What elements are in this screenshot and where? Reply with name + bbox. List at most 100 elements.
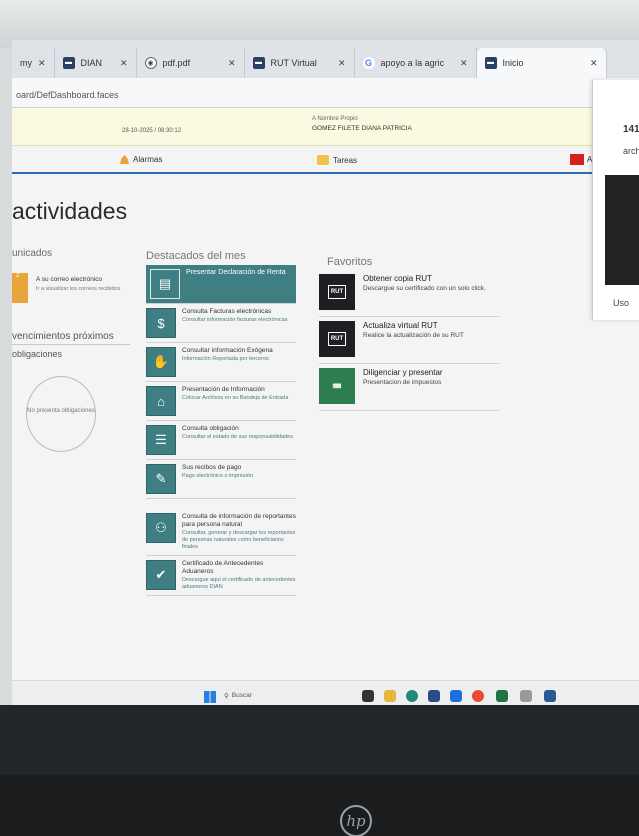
item-subtitle: Presentacion de impuestos (363, 379, 442, 386)
store-icon[interactable] (428, 690, 440, 702)
app-icon[interactable] (450, 690, 462, 702)
tasks-icon (317, 155, 329, 165)
search-label: Buscar (231, 692, 252, 699)
close-icon[interactable]: ✕ (338, 58, 346, 69)
tab-dian[interactable]: ▬ DIAN ✕ (55, 48, 137, 78)
tab-label: DIAN (80, 58, 103, 68)
list-icon: ☰ (146, 425, 176, 455)
tab-label: my (20, 58, 32, 68)
item-title: Actualiza virtual RUT (363, 321, 438, 330)
close-icon[interactable]: ✕ (590, 58, 598, 69)
list-item[interactable]: ✔ Certificado de Antecedentes Aduaneros … (146, 556, 296, 596)
edge-icon[interactable] (406, 690, 418, 702)
item-title: Consulta de información de reportantes p… (182, 513, 296, 528)
destacados-list: ▤ Presentar Declaración de Renta $ Consu… (146, 265, 296, 596)
tab-1[interactable]: my ✕ (12, 48, 55, 78)
nombre-propio-label: A Nombre Propio (312, 116, 358, 122)
page-title: actividades (12, 198, 128, 224)
item-subtitle: Realice la actualización de su RUT (363, 332, 464, 339)
session-datetime: 28-10-2025 / 08:30:12 (122, 128, 182, 134)
close-icon[interactable]: ✕ (228, 58, 236, 69)
obligaciones-heading: obligaciones (12, 349, 63, 359)
destacados-heading: Destacados del mes (146, 250, 246, 262)
list-item[interactable]: ⌂ Presentación de Información Colocar Ar… (146, 382, 296, 421)
receipt-icon: ✎ (146, 464, 176, 494)
item-title: Sus recibos de pago (182, 464, 242, 471)
list-item[interactable]: ▤ Presentar Declaración de Renta (146, 265, 296, 304)
certificate-icon: ✔ (146, 560, 176, 590)
taskview-icon[interactable] (362, 690, 374, 702)
item-title: Consulta obligación (182, 425, 239, 432)
item-title: Presentar Declaración de Renta (186, 269, 286, 276)
tab-google[interactable]: G apoyo a la agric ✕ (355, 48, 477, 78)
tareas-link[interactable]: Tareas (317, 155, 357, 165)
list-item[interactable]: ⚇ Consulta de información de reportantes… (146, 509, 296, 556)
panel-preview (605, 175, 639, 285)
word-icon[interactable] (544, 690, 556, 702)
list-item[interactable]: ⌨ Diligenciar y presentar Presentacion d… (319, 364, 499, 411)
list-item[interactable]: ☰ Consulta obligación Consultar el estad… (146, 421, 296, 460)
panel-number: 141 (623, 124, 639, 135)
tab-label: apoyo a la agric (380, 58, 445, 68)
monitor-screen: my ✕ ▬ DIAN ✕ ◉ pdf.pdf ✕ ▬ RUT Virtual … (12, 40, 639, 712)
house-upload-icon: ⌂ (146, 386, 176, 416)
no-obligations-circle: No presenta obligaciones (26, 376, 96, 452)
item-subtitle: Consultar, generar y descargar los repor… (182, 530, 296, 550)
item-title: Consultar información Exógena (182, 347, 273, 354)
list-item[interactable]: RUT Obtener copia RUT Descargue su certi… (319, 270, 499, 317)
list-item[interactable]: $ Consulta Facturas electrónicas Consult… (146, 304, 296, 343)
excel-icon[interactable] (496, 690, 508, 702)
mail-notice[interactable]: 2 A su correo electrónico Ir a visualiza… (12, 268, 132, 318)
dian-icon: ▬ (252, 57, 265, 69)
rut-badge: RUT (327, 332, 347, 346)
tareas-label: Tareas (333, 155, 358, 165)
keyboard-icon: ⌨ (319, 368, 355, 404)
favoritos-list: RUT Obtener copia RUT Descargue su certi… (319, 270, 499, 411)
tab-rut-virtual[interactable]: ▬ RUT Virtual ✕ (245, 48, 355, 78)
list-item[interactable]: RUT Actualiza virtual RUT Realice la act… (319, 317, 499, 364)
item-subtitle: Consultar el estado de sus responsabilid… (182, 434, 293, 440)
alarmas-link[interactable]: Alarmas (120, 155, 162, 164)
chrome-icon[interactable] (472, 690, 484, 702)
app-icon[interactable] (520, 690, 532, 702)
dian-icon: ▬ (484, 57, 497, 69)
rut-badge: RUT (327, 285, 347, 299)
windows-start-icon[interactable] (204, 691, 216, 703)
item-title: Presentación de Información (182, 386, 265, 393)
bell-icon (120, 155, 129, 164)
mail-subtitle: Ir a visualizar los correos recibidos (36, 286, 121, 292)
list-item[interactable]: ✎ Sus recibos de pago Pago electrónico o… (146, 460, 296, 499)
item-title: Obtener copia RUT (363, 274, 432, 283)
taskbar-search[interactable]: ⚲ Buscar (224, 687, 284, 705)
close-icon[interactable]: ✕ (38, 58, 46, 69)
form-icon: ▤ (150, 269, 180, 299)
item-subtitle: Colocar Archivos en su Bandeja de Entrad… (182, 395, 289, 401)
close-icon[interactable]: ✕ (460, 58, 468, 69)
item-title: Diligenciar y presentar (363, 368, 443, 377)
monitor-chin (0, 775, 639, 836)
panel-text: arch (623, 146, 639, 156)
item-subtitle: Descargue su certificado con un solo cli… (363, 285, 486, 292)
item-subtitle: Consultar información facturas electróni… (182, 317, 288, 323)
browser-tab-bar: my ✕ ▬ DIAN ✕ ◉ pdf.pdf ✕ ▬ RUT Virtual … (12, 40, 639, 78)
rut-copy-icon: RUT (319, 274, 355, 310)
dian-icon: ▬ (62, 57, 75, 69)
side-popup-panel: 141 arch Uso (592, 80, 639, 320)
close-icon[interactable]: ✕ (120, 58, 128, 69)
item-title: Consulta Facturas electrónicas (182, 308, 272, 315)
vencimientos-heading: vencimientos próximos (12, 331, 130, 345)
uso-link[interactable]: Uso (613, 298, 629, 308)
people-icon: ⚇ (146, 513, 176, 543)
address-bar[interactable]: oard/DefDashboard.faces (12, 78, 639, 108)
flag-icon[interactable] (570, 154, 584, 165)
folder-icon[interactable] (384, 690, 396, 702)
tab-label: Inicio (502, 58, 524, 68)
pdf-icon: ◉ (144, 57, 157, 69)
list-item[interactable]: ✋ Consultar información Exógena Informac… (146, 343, 296, 382)
item-title: Certificado de Antecedentes Aduaneros (182, 560, 264, 575)
item-subtitle: Información Reportada por terceros (182, 356, 269, 362)
item-subtitle: Pago electrónico o impresión (182, 473, 253, 479)
user-info-strip: 28-10-2025 / 08:30:12 A Nombre Propio GO… (12, 108, 612, 146)
tab-inicio[interactable]: ▬ Inicio ✕ (476, 48, 607, 78)
tab-pdf[interactable]: ◉ pdf.pdf ✕ (137, 48, 245, 78)
